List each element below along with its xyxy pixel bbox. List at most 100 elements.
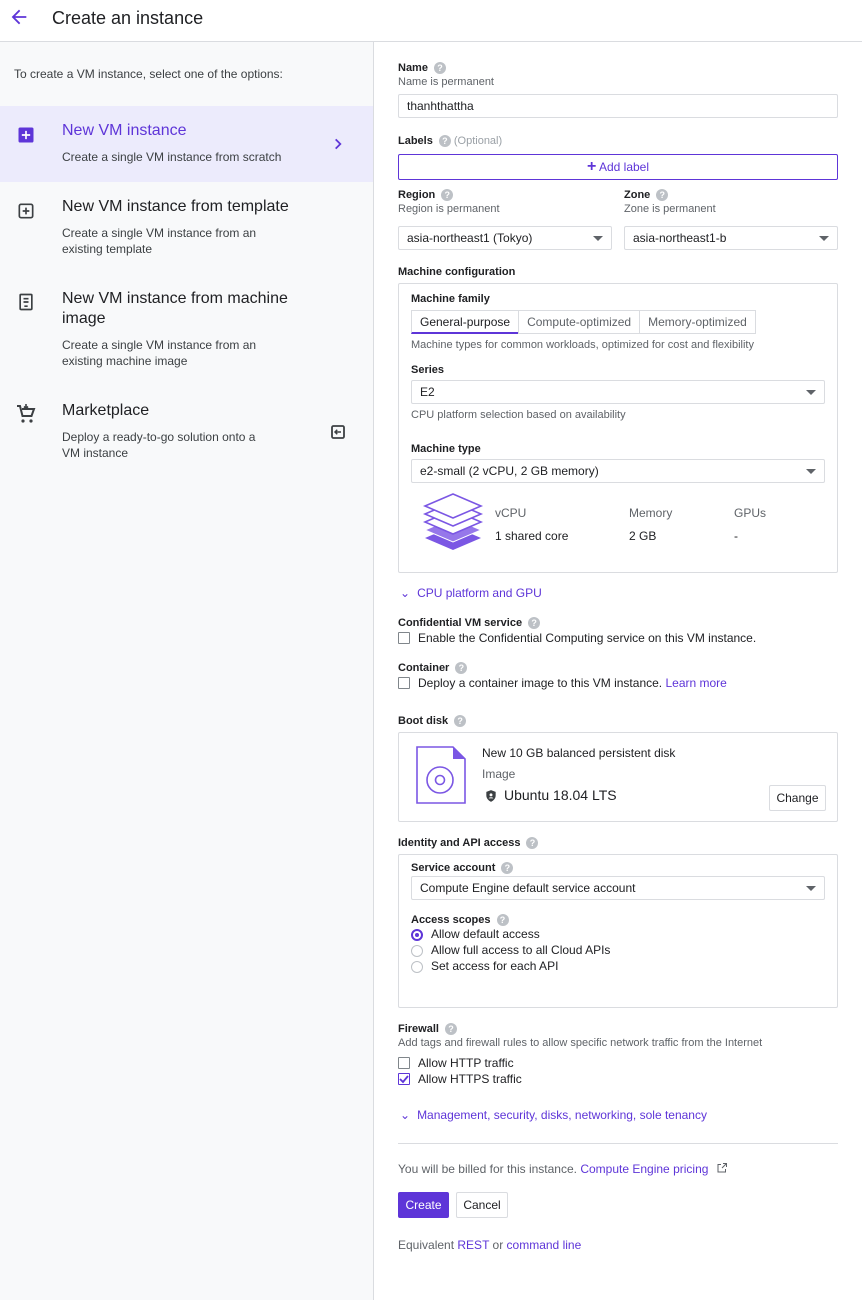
series-label: Series — [411, 364, 445, 376]
add-box-filled-icon — [18, 127, 34, 143]
option-from-machine-image[interactable]: New VM instance from machine image Creat… — [0, 278, 373, 378]
add-box-outline-icon — [18, 203, 34, 219]
firewall-desc: Add tags and firewall rules to allow spe… — [398, 1037, 763, 1049]
machine-image-icon — [19, 293, 33, 311]
command-line-link[interactable]: command line — [507, 1238, 582, 1252]
identity-box: Service account? Compute Engine default … — [398, 854, 838, 1008]
boot-disk-image: Ubuntu 18.04 LTS — [504, 787, 617, 803]
vcpu-value: 1 shared core — [495, 529, 569, 543]
gpus-value: - — [734, 529, 738, 543]
plus-icon: + — [586, 158, 597, 175]
option-marketplace[interactable]: Marketplace Deploy a ready-to-go solutio… — [0, 392, 373, 472]
check-icon — [399, 1075, 409, 1084]
labels-label: Labels? (Optional) — [398, 135, 503, 147]
scope-full-radio[interactable] — [411, 945, 423, 957]
https-label: Allow HTTPS traffic — [418, 1072, 522, 1086]
chevron-down-icon: ⌄ — [400, 1108, 411, 1122]
firewall-label: Firewall? — [398, 1023, 457, 1035]
series-select[interactable]: E2 — [411, 380, 825, 404]
memory-label: Memory — [629, 506, 673, 520]
tab-memory-optimized[interactable]: Memory-optimized — [639, 310, 756, 334]
region-sub: Region is permanent — [398, 203, 500, 215]
machine-family-label: Machine family — [411, 293, 490, 305]
disk-icon — [416, 746, 466, 804]
http-label: Allow HTTP traffic — [418, 1056, 514, 1070]
back-arrow-icon[interactable] — [8, 6, 30, 28]
rest-link[interactable]: REST — [457, 1238, 489, 1252]
http-checkbox[interactable] — [398, 1057, 410, 1069]
help-icon[interactable]: ? — [454, 715, 467, 727]
learn-more-link[interactable]: Learn more — [665, 676, 726, 690]
tab-compute-optimized[interactable]: Compute-optimized — [518, 310, 641, 334]
machine-layers-icon — [422, 493, 484, 550]
scope-default-radio[interactable] — [411, 929, 423, 941]
cart-icon — [17, 404, 36, 423]
external-link-icon[interactable] — [716, 1162, 728, 1174]
https-checkbox[interactable] — [398, 1073, 410, 1085]
help-icon[interactable]: ? — [526, 837, 539, 849]
add-label-button[interactable]: + Add label — [398, 154, 838, 180]
container-label: Container? — [398, 662, 468, 674]
machine-config-box: Machine family General-purpose Compute-o… — [398, 283, 838, 573]
option-from-template[interactable]: New VM instance from template Create a s… — [0, 186, 373, 266]
option-new-vm-instance[interactable]: New VM instance Create a single VM insta… — [0, 106, 373, 182]
scope-each-label: Set access for each API — [431, 959, 559, 973]
creation-options-panel: To create a VM instance, select one of t… — [0, 42, 374, 1300]
billing-notice: You will be billed for this instance. Co… — [398, 1162, 728, 1176]
option-desc: Create a single VM instance from an exis… — [62, 226, 257, 256]
options-intro: To create a VM instance, select one of t… — [14, 67, 283, 81]
container-text: Deploy a container image to this VM inst… — [418, 676, 727, 690]
option-title: Marketplace — [62, 402, 150, 419]
memory-value: 2 GB — [629, 529, 657, 543]
confidential-checkbox[interactable] — [398, 632, 410, 644]
scope-default-label: Allow default access — [431, 927, 540, 941]
option-title: New VM instance from template — [62, 198, 289, 215]
management-expander[interactable]: ⌄ Management, security, disks, networking… — [400, 1108, 707, 1122]
region-select[interactable]: asia-northeast1 (Tokyo) — [398, 226, 612, 250]
equivalent-line: Equivalent REST or command line — [398, 1238, 582, 1252]
service-account-select[interactable]: Compute Engine default service account — [411, 876, 825, 900]
option-title: New VM instance from machine image — [62, 290, 288, 327]
tab-general-purpose[interactable]: General-purpose — [411, 310, 520, 334]
confidential-label: Confidential VM service? — [398, 617, 541, 629]
help-icon[interactable]: ? — [501, 862, 514, 874]
name-input[interactable]: thanhthattha — [398, 94, 838, 118]
name-label: Name? — [398, 62, 446, 74]
help-icon[interactable]: ? — [441, 189, 454, 201]
boot-disk-image-label: Image — [482, 767, 516, 781]
scope-full-label: Allow full access to all Cloud APIs — [431, 943, 611, 957]
option-desc: Create a single VM instance from an exis… — [62, 338, 257, 368]
option-desc: Deploy a ready-to-go solution onto a VM … — [62, 430, 256, 460]
gpus-label: GPUs — [734, 506, 767, 520]
boot-disk-box: New 10 GB balanced persistent disk Image… — [398, 732, 838, 822]
pricing-link[interactable]: Compute Engine pricing — [580, 1162, 708, 1176]
machine-type-label: Machine type — [411, 443, 481, 455]
machine-type-select[interactable]: e2-small (2 vCPU, 2 GB memory) — [411, 459, 825, 483]
zone-label: Zone? — [624, 189, 669, 201]
help-icon[interactable]: ? — [455, 662, 468, 674]
help-icon[interactable]: ? — [496, 914, 509, 926]
create-button[interactable]: Create — [398, 1192, 449, 1218]
container-checkbox[interactable] — [398, 677, 410, 689]
vcpu-label: vCPU — [495, 506, 527, 520]
divider — [398, 1143, 838, 1144]
boot-disk-title: New 10 GB balanced persistent disk — [482, 746, 676, 760]
help-icon[interactable]: ? — [438, 135, 451, 147]
region-label: Region? — [398, 189, 454, 201]
launch-icon — [331, 425, 345, 439]
help-icon[interactable]: ? — [528, 617, 541, 629]
help-icon[interactable]: ? — [656, 189, 669, 201]
option-desc: Create a single VM instance from scratch — [62, 150, 282, 164]
help-icon[interactable]: ? — [433, 62, 446, 74]
scope-each-radio[interactable] — [411, 961, 423, 973]
cpu-platform-expander[interactable]: ⌄ CPU platform and GPU — [400, 586, 542, 600]
zone-sub: Zone is permanent — [624, 203, 716, 215]
name-sub: Name is permanent — [398, 76, 494, 88]
cancel-button[interactable]: Cancel — [456, 1192, 508, 1218]
machine-config-label: Machine configuration — [398, 266, 516, 278]
zone-select[interactable]: asia-northeast1-b — [624, 226, 838, 250]
help-icon[interactable]: ? — [444, 1023, 457, 1035]
change-boot-disk-button[interactable]: Change — [769, 785, 826, 811]
series-desc: CPU platform selection based on availabi… — [411, 409, 626, 421]
page-title: Create an instance — [52, 8, 204, 28]
